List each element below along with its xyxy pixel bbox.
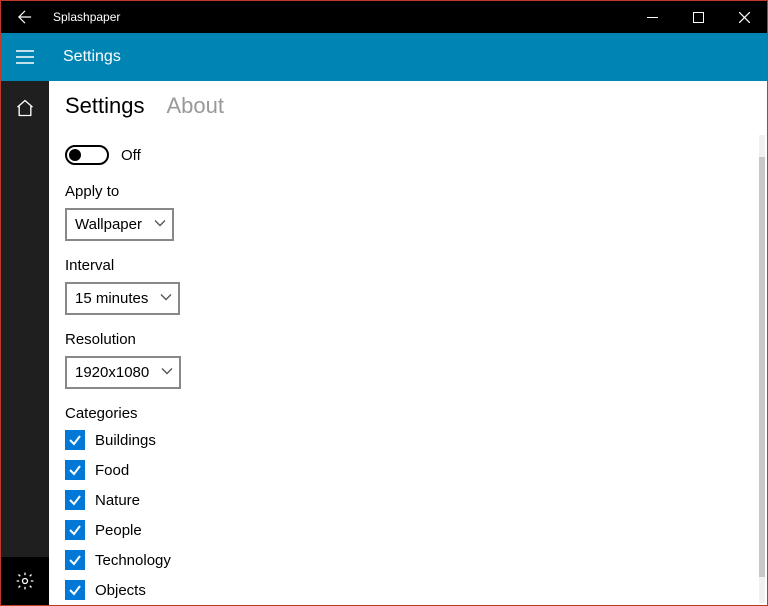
- category-label: Buildings: [95, 432, 156, 449]
- hamburger-button[interactable]: [1, 33, 49, 81]
- category-row: Nature: [65, 490, 751, 510]
- scrollbar[interactable]: [751, 81, 767, 605]
- app-bar: Settings: [1, 33, 767, 81]
- chevron-down-icon: [160, 290, 172, 307]
- resolution-label: Resolution: [65, 331, 751, 348]
- apply-to-value: Wallpaper: [75, 216, 142, 233]
- settings-nav-button[interactable]: [1, 557, 49, 605]
- chevron-down-icon: [161, 364, 173, 381]
- nav-rail: [1, 81, 49, 605]
- category-row: People: [65, 520, 751, 540]
- close-button[interactable]: [721, 1, 767, 33]
- chevron-down-icon: [154, 216, 166, 233]
- category-row: Food: [65, 460, 751, 480]
- appbar-title: Settings: [49, 48, 121, 66]
- category-checkbox[interactable]: [65, 460, 85, 480]
- toggle-state-label: Off: [121, 147, 141, 164]
- tab-settings[interactable]: Settings: [65, 93, 145, 119]
- interval-value: 15 minutes: [75, 290, 148, 307]
- category-checkbox[interactable]: [65, 490, 85, 510]
- home-button[interactable]: [1, 87, 49, 129]
- category-label: Nature: [95, 492, 140, 509]
- apply-to-select[interactable]: Wallpaper: [65, 208, 174, 241]
- content-pane: Settings About Use mobile data Off Apply…: [49, 81, 751, 605]
- tab-strip: Settings About: [49, 89, 751, 127]
- maximize-button[interactable]: [675, 1, 721, 33]
- apply-to-label: Apply to: [65, 183, 751, 200]
- category-row: Objects: [65, 580, 751, 600]
- category-label: Objects: [95, 582, 146, 599]
- categories-label: Categories: [65, 405, 751, 422]
- back-button[interactable]: [1, 1, 49, 33]
- category-row: Buildings: [65, 430, 751, 450]
- category-checkbox[interactable]: [65, 430, 85, 450]
- category-checkbox[interactable]: [65, 550, 85, 570]
- titlebar: Splashpaper: [1, 1, 767, 33]
- category-label: Food: [95, 462, 129, 479]
- category-label: People: [95, 522, 142, 539]
- window-title: Splashpaper: [49, 10, 629, 24]
- minimize-button[interactable]: [629, 1, 675, 33]
- resolution-select[interactable]: 1920x1080: [65, 356, 181, 389]
- interval-select[interactable]: 15 minutes: [65, 282, 180, 315]
- category-checkbox[interactable]: [65, 580, 85, 600]
- category-checkbox[interactable]: [65, 520, 85, 540]
- category-label: Technology: [95, 552, 171, 569]
- resolution-value: 1920x1080: [75, 364, 149, 381]
- interval-label: Interval: [65, 257, 751, 274]
- tab-about[interactable]: About: [167, 93, 225, 119]
- category-row: Technology: [65, 550, 751, 570]
- mobile-data-toggle[interactable]: [65, 145, 109, 165]
- scrollbar-thumb[interactable]: [759, 157, 765, 577]
